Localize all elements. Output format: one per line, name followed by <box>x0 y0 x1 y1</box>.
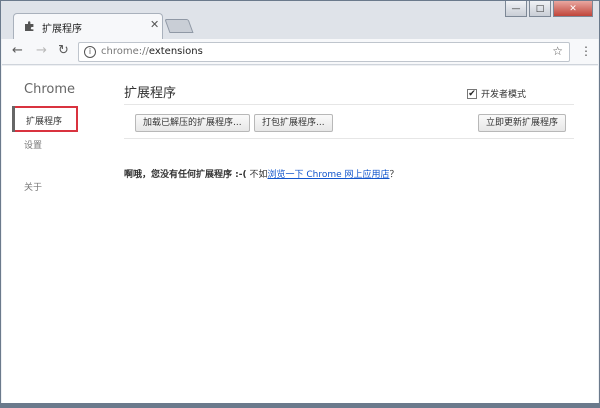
developer-mode-checkbox[interactable]: ✔ <box>467 88 477 99</box>
info-icon[interactable]: i <box>84 46 96 58</box>
url-scheme: chrome:// <box>101 46 149 57</box>
tab-extensions[interactable]: 扩展程序 ✕ <box>13 13 163 39</box>
close-window-button[interactable]: ✕ <box>553 1 593 17</box>
developer-mode-toggle[interactable]: ✔ 开发者模式 <box>467 87 526 100</box>
empty-state-prefix: 不如 <box>249 170 268 180</box>
maximize-button[interactable]: □ <box>529 1 551 17</box>
page-title: 扩展程序 <box>124 86 177 101</box>
sidebar-title: Chrome <box>24 82 75 97</box>
new-tab-button[interactable] <box>164 19 194 33</box>
url-path: extensions <box>148 46 203 57</box>
sidebar-item-extensions[interactable]: 扩展程序 <box>12 106 78 132</box>
window-controls: — □ ✕ <box>505 1 593 17</box>
empty-state-text: 啊哦，您没有任何扩展程序 :-( <box>124 170 247 180</box>
title-bar: 扩展程序 ✕ — □ ✕ <box>1 1 599 39</box>
address-bar[interactable]: i chrome://extensions ☆ <box>78 42 570 62</box>
browser-toolbar: ← → ↻ i chrome://extensions ☆ ⋮ <box>2 39 598 65</box>
kebab-menu-icon[interactable]: ⋮ <box>580 44 592 58</box>
tab-close-icon[interactable]: ✕ <box>150 18 159 31</box>
window-bottom-border <box>0 403 600 408</box>
bookmark-star-icon[interactable]: ☆ <box>552 44 563 58</box>
minimize-button[interactable]: — <box>505 1 527 17</box>
pack-extension-button[interactable]: 打包扩展程序... <box>254 114 333 132</box>
browser-window: 扩展程序 ✕ — □ ✕ ← → ↻ i chrome://extensions… <box>0 0 600 408</box>
empty-state-message: 啊哦，您没有任何扩展程序 :-( 不如浏览一下 Chrome 网上应用店？ <box>124 167 399 180</box>
url-text[interactable]: chrome://extensions <box>101 46 203 57</box>
update-extensions-button[interactable]: 立即更新扩展程序 <box>478 114 567 132</box>
developer-mode-label: 开发者模式 <box>481 90 527 100</box>
puzzle-piece-icon <box>25 21 34 31</box>
tab-title: 扩展程序 <box>42 24 82 35</box>
load-unpacked-button[interactable]: 加载已解压的扩展程序... <box>135 114 250 132</box>
sidebar-item-about[interactable]: 关于 <box>24 180 42 193</box>
web-store-link[interactable]: 浏览一下 Chrome 网上应用店 <box>267 170 389 180</box>
page-content: Chrome 扩展程序 设置 关于 扩展程序 ✔ 开发者模式 加载已解压的扩展程… <box>2 66 598 404</box>
divider <box>124 104 574 105</box>
sidebar-item-settings[interactable]: 设置 <box>24 138 42 151</box>
forward-arrow-icon[interactable]: → <box>36 43 47 58</box>
back-arrow-icon[interactable]: ← <box>12 43 23 58</box>
divider <box>124 138 574 139</box>
reload-icon[interactable]: ↻ <box>58 43 69 58</box>
empty-state-suffix: ？ <box>389 170 399 180</box>
